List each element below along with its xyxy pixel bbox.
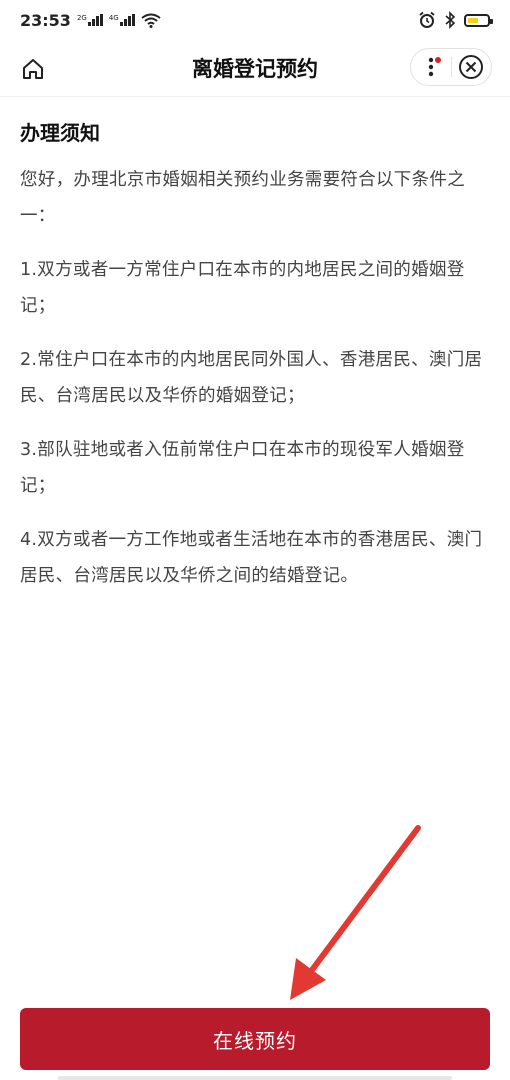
bluetooth-icon (445, 11, 456, 29)
notice-item-3: 3.部队驻地或者入伍前常住户口在本市的现役军人婚姻登记； (20, 440, 465, 496)
notice-item-1: 1.双方或者一方常住户口在本市的内地居民之间的婚姻登记； (20, 260, 465, 316)
battery-fill (468, 17, 478, 23)
status-right (418, 11, 493, 29)
nav-bar: 离婚登记预约 (0, 40, 510, 97)
signal-bars-icon (87, 14, 103, 26)
home-icon (23, 59, 43, 79)
home-button[interactable] (18, 54, 48, 84)
page-title: 离婚登记预约 (192, 57, 318, 81)
status-time: 23:53 (20, 10, 71, 30)
battery-icon (464, 13, 493, 27)
signal-2g: 2G (77, 14, 103, 26)
alarm-icon (419, 11, 435, 28)
network-4g-label: 4G (108, 14, 119, 22)
close-button[interactable] (452, 49, 491, 85)
network-2g-label: 2G (76, 14, 87, 22)
mini-program-capsule (410, 48, 492, 86)
notice-item-4: 4.双方或者一方工作地或者生活地在本市的香港居民、澳门居民、台湾居民以及华侨之间… (20, 530, 483, 586)
wifi-icon (141, 13, 161, 28)
more-button[interactable] (411, 49, 451, 85)
status-bar: 23:53 2G 4G (0, 0, 510, 40)
close-circle-icon (459, 55, 484, 79)
notice-intro: 您好，办理北京市婚姻相关预约业务需要符合以下条件之一： (20, 170, 465, 226)
status-left: 23:53 2G 4G (20, 11, 161, 30)
notice-item-2: 2.常住户口在本市的内地居民同外国人、香港居民、澳门居民、台湾居民以及华侨的婚姻… (20, 350, 483, 406)
online-booking-button[interactable]: 在线预约 (20, 1008, 490, 1070)
signal-4g: 4G (109, 14, 135, 26)
more-vertical-icon (428, 57, 434, 77)
notification-dot (435, 57, 441, 63)
home-indicator (58, 1076, 452, 1080)
section-title: 办理须知 (20, 121, 100, 145)
signal-bars-icon (119, 14, 135, 26)
notice-content: 办理须知 您好，办理北京市婚姻相关预约业务需要符合以下条件之一： 1.双方或者一… (20, 118, 490, 612)
